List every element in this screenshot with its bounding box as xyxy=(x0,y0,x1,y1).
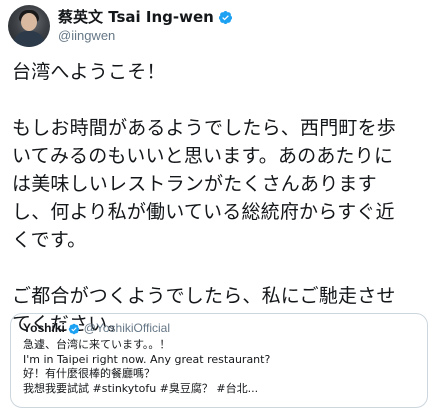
quoted-author-handle[interactable]: @YoshikiOfficial xyxy=(84,321,170,336)
tweet-line: もしお時間があるようでしたら、西門町を歩 xyxy=(12,117,397,139)
author-handle[interactable]: @iingwen xyxy=(58,27,233,44)
tweet-line: ご都合がつくようでしたら、私にご馳走させ xyxy=(12,285,396,307)
avatar[interactable] xyxy=(8,5,50,47)
author-info: 蔡英文 Tsai Ing-wen @iingwen xyxy=(58,8,233,44)
author-name-row[interactable]: 蔡英文 Tsai Ing-wen xyxy=(58,8,233,26)
quoted-tweet-line: 急遽、台湾に来ています。。！ xyxy=(23,338,171,351)
tweet-line: は美味しいレストランがたくさんあります xyxy=(12,173,377,195)
quoted-author-name[interactable]: Yoshiki xyxy=(23,321,65,336)
quoted-tweet-line: 好！有什麼很棒的餐廳嗎？ xyxy=(23,367,155,380)
tweet-card: 蔡英文 Tsai Ing-wen @iingwen 台湾へようこそ！ もしお時間… xyxy=(0,0,434,408)
tweet-line: し、何より私が働いている総統府からすぐ近 xyxy=(12,201,395,223)
tweet-line: くです。 xyxy=(12,229,87,251)
tweet-line: いてみるのもいいと思います。あのあたりに xyxy=(12,145,394,167)
tweet-line: 台湾へようこそ！ xyxy=(12,61,166,83)
quoted-tweet-line: 我想我要試試 #stinkytofu #臭豆腐？ #台北... xyxy=(23,381,259,395)
tweet-body: 台湾へようこそ！ もしお時間があるようでしたら、西門町を歩 いてみるのもいいと思… xyxy=(12,58,426,338)
quoted-tweet-line: I'm in Taipei right now. Any great resta… xyxy=(23,352,271,366)
quoted-tweet[interactable]: Yoshiki @YoshikiOfficial 急遽、台湾に来ています。。！ … xyxy=(10,313,428,408)
verified-badge-icon xyxy=(68,323,80,334)
tweet-header: 蔡英文 Tsai Ing-wen @iingwen xyxy=(8,4,233,48)
verified-badge-icon xyxy=(218,10,232,24)
quoted-tweet-header: Yoshiki @YoshikiOfficial xyxy=(23,321,170,336)
quoted-tweet-body: 急遽、台湾に来ています。。！ I'm in Taipei right now. … xyxy=(23,338,423,396)
author-display-name[interactable]: 蔡英文 Tsai Ing-wen xyxy=(58,8,214,26)
